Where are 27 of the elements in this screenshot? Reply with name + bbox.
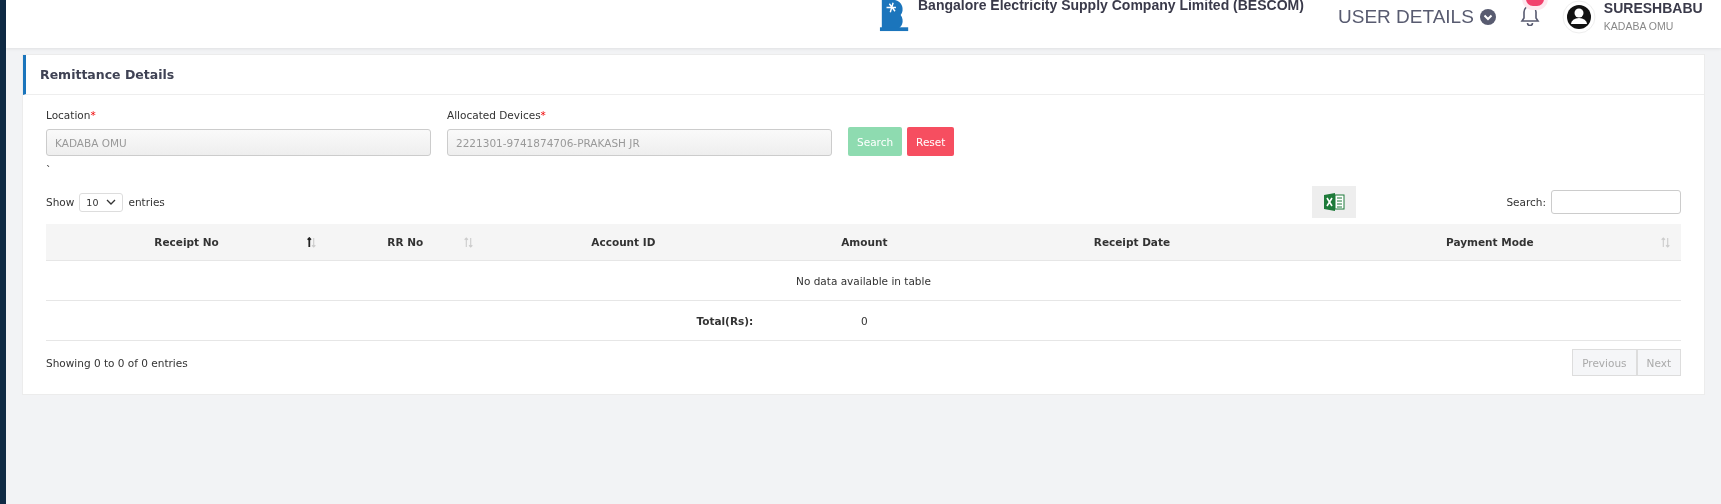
page-length-select[interactable]: 10 <box>79 192 124 212</box>
card-title: Remittance Details <box>23 55 1704 95</box>
excel-export-button[interactable] <box>1312 186 1357 218</box>
spreadsheet-icon <box>1323 192 1346 212</box>
total-value: 0 <box>860 314 868 327</box>
column-header[interactable]: Receipt No <box>46 224 328 261</box>
user-name: SURESHBABU <box>1603 0 1703 16</box>
entries-label: entries <box>128 196 165 208</box>
user-location: KADABA OMU <box>1603 20 1675 32</box>
column-header[interactable]: Account ID <box>483 224 764 261</box>
search-field[interactable] <box>1551 190 1681 214</box>
show-label: Show <box>46 196 75 208</box>
company-name: Bangalore Electricity Supply Company Limited (BESCOM) <box>918 0 1305 13</box>
stray-mark: ` <box>46 164 53 178</box>
empty-message: No data available in table <box>796 274 931 287</box>
column-header[interactable]: Receipt Date <box>965 224 1299 261</box>
total-label: Total(Rs): <box>696 314 754 327</box>
chevron-down-icon <box>106 199 117 205</box>
column-header[interactable]: Amount <box>763 224 966 261</box>
field-label: Allocated Devices* <box>447 109 547 121</box>
field-label: Location* <box>46 109 97 121</box>
column-header[interactable]: Payment Mode <box>1298 224 1681 261</box>
entries-info: Showing 0 to 0 of 0 entries <box>46 356 188 369</box>
chevron-down-icon <box>1479 9 1496 25</box>
user-details-menu[interactable]: USER DETAILS <box>1338 6 1496 28</box>
search-label: Search: <box>1506 196 1546 208</box>
column-header[interactable]: RR No <box>327 224 484 261</box>
